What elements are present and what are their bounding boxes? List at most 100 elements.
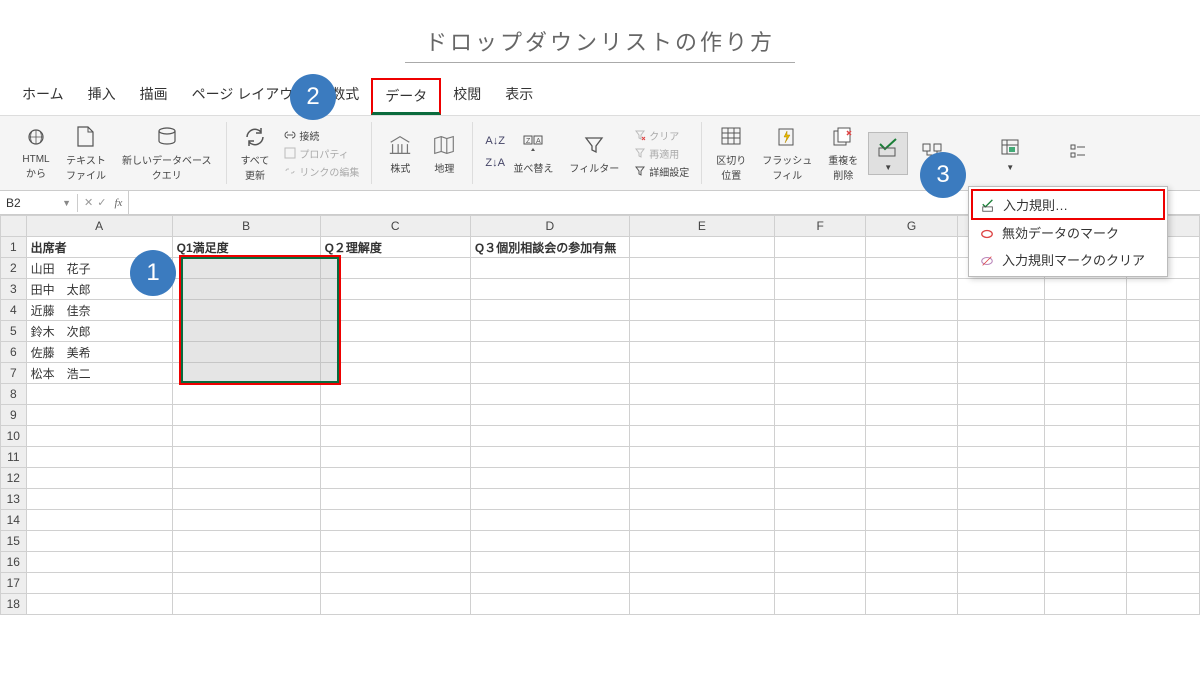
cell-A9[interactable]	[26, 405, 172, 426]
cancel-icon[interactable]: ✕	[84, 196, 93, 209]
row-header-11[interactable]: 11	[1, 447, 27, 468]
cell-D15[interactable]	[470, 531, 629, 552]
cell-C16[interactable]	[320, 552, 470, 573]
row-header-10[interactable]: 10	[1, 426, 27, 447]
cell-C5[interactable]	[320, 321, 470, 342]
row-header-18[interactable]: 18	[1, 594, 27, 615]
cell-C1[interactable]: Q２理解度	[320, 237, 470, 258]
col-header-G[interactable]: G	[866, 216, 958, 237]
cell-G6[interactable]	[866, 342, 958, 363]
cell-A13[interactable]	[26, 489, 172, 510]
cell-B10[interactable]	[172, 426, 320, 447]
cell-F11[interactable]	[774, 447, 865, 468]
cell-J18[interactable]	[1126, 594, 1199, 615]
fx-icon[interactable]: fx	[114, 197, 122, 209]
cell-J4[interactable]	[1126, 300, 1199, 321]
cell-G10[interactable]	[866, 426, 958, 447]
tab-校閲[interactable]: 校閲	[441, 78, 493, 115]
cell-F9[interactable]	[774, 405, 865, 426]
cell-A4[interactable]: 近藤 佳奈	[26, 300, 172, 321]
advanced-filter-button[interactable]: 詳細設定	[629, 163, 693, 180]
cell-J16[interactable]	[1126, 552, 1199, 573]
menu-clear-circles[interactable]: 入力規則マークのクリア	[972, 246, 1164, 273]
cell-D4[interactable]	[470, 300, 629, 321]
cell-C6[interactable]	[320, 342, 470, 363]
cell-C3[interactable]	[320, 279, 470, 300]
cell-A5[interactable]: 鈴木 次郎	[26, 321, 172, 342]
cell-J13[interactable]	[1126, 489, 1199, 510]
cell-B1[interactable]: Q1満足度	[172, 237, 320, 258]
new-db-query-button[interactable]: 新しいデータベース クエリ	[116, 122, 218, 184]
cell-G3[interactable]	[866, 279, 958, 300]
cell-F3[interactable]	[774, 279, 865, 300]
cell-C18[interactable]	[320, 594, 470, 615]
sort-asc-button[interactable]: A↓Z	[481, 134, 503, 150]
cell-H7[interactable]	[957, 363, 1044, 384]
cell-J11[interactable]	[1126, 447, 1199, 468]
cell-I10[interactable]	[1044, 426, 1126, 447]
stocks-button[interactable]: 株式	[380, 130, 420, 177]
cell-D10[interactable]	[470, 426, 629, 447]
enter-icon[interactable]: ✓	[97, 196, 106, 209]
cell-A17[interactable]	[26, 573, 172, 594]
cell-G16[interactable]	[866, 552, 958, 573]
cell-J3[interactable]	[1126, 279, 1199, 300]
cell-H17[interactable]	[957, 573, 1044, 594]
col-header-E[interactable]: E	[629, 216, 774, 237]
filter-button[interactable]: フィルター	[563, 130, 625, 177]
cell-A12[interactable]	[26, 468, 172, 489]
cell-D3[interactable]	[470, 279, 629, 300]
cell-E5[interactable]	[629, 321, 774, 342]
name-box[interactable]: B2▼	[0, 194, 78, 212]
cell-C15[interactable]	[320, 531, 470, 552]
cell-A16[interactable]	[26, 552, 172, 573]
flash-fill-button[interactable]: フラッシュ フィル	[756, 122, 818, 184]
chevron-down-icon[interactable]: ▼	[62, 198, 71, 208]
cell-J15[interactable]	[1126, 531, 1199, 552]
cell-F13[interactable]	[774, 489, 865, 510]
menu-data-validation[interactable]: 入力規則…	[971, 189, 1165, 220]
select-all-corner[interactable]	[1, 216, 27, 237]
col-header-F[interactable]: F	[774, 216, 865, 237]
refresh-all-button[interactable]: すべて 更新	[235, 122, 276, 184]
cell-B9[interactable]	[172, 405, 320, 426]
cell-C2[interactable]	[320, 258, 470, 279]
cell-B7[interactable]	[172, 363, 320, 384]
cell-C10[interactable]	[320, 426, 470, 447]
cell-F14[interactable]	[774, 510, 865, 531]
tab-描画[interactable]: 描画	[128, 78, 180, 115]
cell-D9[interactable]	[470, 405, 629, 426]
cell-D11[interactable]	[470, 447, 629, 468]
cell-H13[interactable]	[957, 489, 1044, 510]
cell-I15[interactable]	[1044, 531, 1126, 552]
cell-D16[interactable]	[470, 552, 629, 573]
cell-E4[interactable]	[629, 300, 774, 321]
data-validation-button[interactable]: ▼	[868, 132, 908, 175]
cell-A7[interactable]: 松本 浩二	[26, 363, 172, 384]
cell-B15[interactable]	[172, 531, 320, 552]
cell-G12[interactable]	[866, 468, 958, 489]
cell-I8[interactable]	[1044, 384, 1126, 405]
cell-B13[interactable]	[172, 489, 320, 510]
cell-H9[interactable]	[957, 405, 1044, 426]
tab-ホーム[interactable]: ホーム	[10, 78, 76, 115]
row-header-8[interactable]: 8	[1, 384, 27, 405]
tab-表示[interactable]: 表示	[493, 78, 545, 115]
cell-C9[interactable]	[320, 405, 470, 426]
cell-H11[interactable]	[957, 447, 1044, 468]
cell-I12[interactable]	[1044, 468, 1126, 489]
cell-E17[interactable]	[629, 573, 774, 594]
cell-C11[interactable]	[320, 447, 470, 468]
cell-J6[interactable]	[1126, 342, 1199, 363]
cell-E14[interactable]	[629, 510, 774, 531]
cell-D7[interactable]	[470, 363, 629, 384]
cell-I7[interactable]	[1044, 363, 1126, 384]
cell-B14[interactable]	[172, 510, 320, 531]
cell-E11[interactable]	[629, 447, 774, 468]
row-header-13[interactable]: 13	[1, 489, 27, 510]
menu-circle-invalid[interactable]: 無効データのマーク	[972, 219, 1164, 246]
cell-B6[interactable]	[172, 342, 320, 363]
cell-H12[interactable]	[957, 468, 1044, 489]
cell-H15[interactable]	[957, 531, 1044, 552]
cell-H10[interactable]	[957, 426, 1044, 447]
